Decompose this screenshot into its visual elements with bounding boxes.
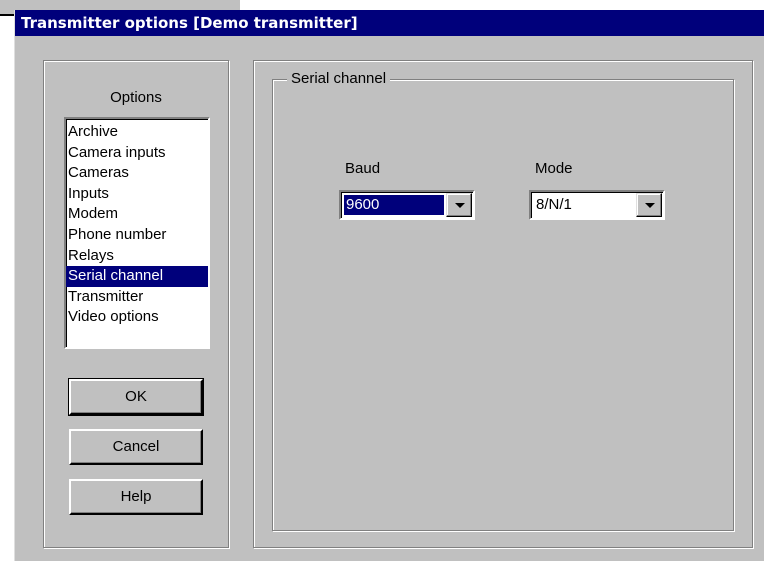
serial-channel-group-title: Serial channel (287, 70, 391, 87)
list-item-cameras[interactable]: Cameras (66, 163, 208, 184)
baud-dropdown[interactable]: 9600 (339, 190, 475, 220)
mode-value: 8/N/1 (536, 196, 572, 213)
serial-channel-group: Serial channel Baud 9600 Mode 8/N/1 (272, 70, 734, 531)
list-item-transmitter[interactable]: Transmitter (66, 287, 208, 308)
chevron-down-icon (645, 203, 655, 208)
list-item-serial-channel[interactable]: Serial channel (66, 266, 208, 287)
list-item-video-options[interactable]: Video options (66, 307, 208, 328)
list-item-relays[interactable]: Relays (66, 246, 208, 267)
settings-panel: Serial channel Baud 9600 Mode 8/N/1 (253, 60, 753, 548)
list-item-camera-inputs[interactable]: Camera inputs (66, 143, 208, 164)
list-item-modem[interactable]: Modem (66, 204, 208, 225)
ok-button[interactable]: OK (68, 378, 204, 416)
help-button[interactable]: Help (69, 479, 203, 515)
mode-dropdown-button[interactable] (636, 193, 662, 217)
transmitter-options-dialog: Transmitter options [Demo transmitter] O… (14, 10, 764, 561)
mode-dropdown[interactable]: 8/N/1 (529, 190, 665, 220)
list-item-phone-number[interactable]: Phone number (66, 225, 208, 246)
options-label: Options (110, 89, 162, 106)
mode-label: Mode (535, 160, 573, 177)
cancel-button[interactable]: Cancel (69, 429, 203, 465)
options-panel: Options Archive Camera inputs Cameras In… (43, 60, 229, 548)
baud-dropdown-button[interactable] (446, 193, 472, 217)
list-item-archive[interactable]: Archive (66, 122, 208, 143)
dialog-title: Transmitter options [Demo transmitter] (15, 10, 764, 36)
list-item-inputs[interactable]: Inputs (66, 184, 208, 205)
baud-value: 9600 (343, 194, 445, 216)
baud-label: Baud (345, 160, 381, 177)
chevron-down-icon (455, 203, 465, 208)
options-listbox[interactable]: Archive Camera inputs Cameras Inputs Mod… (64, 117, 210, 349)
